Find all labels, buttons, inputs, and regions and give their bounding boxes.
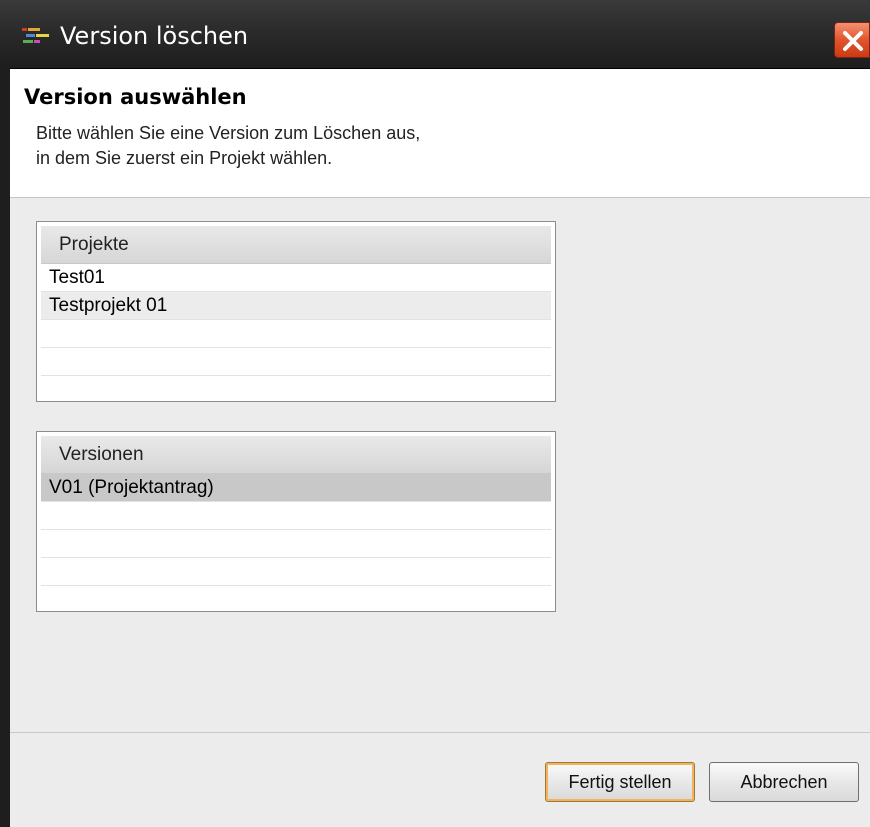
empty-row: [41, 502, 551, 530]
window-left-border: [0, 68, 10, 827]
app-icon: [20, 25, 52, 47]
cancel-button[interactable]: Abbrechen: [709, 762, 859, 802]
projects-column-header[interactable]: Projekte: [41, 226, 551, 264]
projects-list[interactable]: Projekte Test01 Testprojekt 01: [36, 221, 556, 402]
empty-row: [41, 530, 551, 558]
versions-list[interactable]: Versionen V01 (Projektantrag): [36, 431, 556, 612]
empty-row: [41, 348, 551, 376]
versions-column-header[interactable]: Versionen: [41, 436, 551, 474]
window-title: Version löschen: [60, 22, 249, 50]
list-item[interactable]: V01 (Projektantrag): [41, 474, 551, 502]
header-title: Version auswählen: [24, 85, 247, 109]
header-description: Bitte wählen Sie eine Version zum Lösche…: [36, 123, 421, 168]
finish-button[interactable]: Fertig stellen: [545, 762, 695, 802]
list-item[interactable]: Test01: [41, 264, 551, 292]
wizard-header: Version auswählen Bitte wählen Sie eine …: [10, 69, 870, 198]
close-icon: [843, 31, 863, 51]
list-item[interactable]: Testprojekt 01: [41, 292, 551, 320]
close-button[interactable]: [834, 22, 870, 58]
empty-row: [41, 320, 551, 348]
footer-divider: [10, 732, 870, 733]
dialog-window: Version löschen Version auswählen Bitte …: [0, 0, 870, 827]
title-bar[interactable]: Version löschen: [0, 0, 870, 69]
empty-row: [41, 558, 551, 586]
